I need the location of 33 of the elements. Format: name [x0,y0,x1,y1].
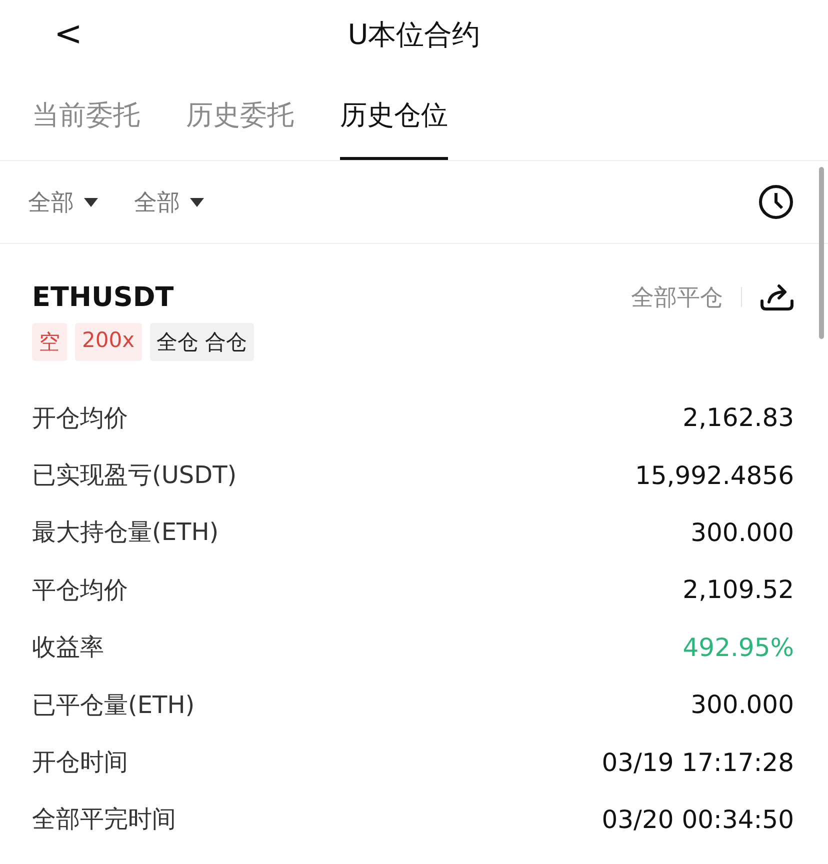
caret-icon [190,198,204,206]
tab[interactable]: 当前委托 [32,70,140,160]
field-label: 收益率 [32,632,104,664]
field-value: 492.95% [682,632,794,662]
field-label: 全部平完时间 [32,804,176,836]
filter-dropdown[interactable]: 全部 [134,186,204,218]
field-value: 2,162.83 [682,403,794,432]
tag: 200x [75,323,142,361]
field-label: 开仓时间 [32,747,128,778]
field-label: 开仓均价 [32,402,128,434]
back-button[interactable]: < [40,8,96,60]
share-icon[interactable] [760,282,794,312]
field-label: 已平仓量(ETH) [32,690,195,721]
field-value: 2,109.52 [682,575,794,604]
field-value: 03/19 17:17:28 [602,748,794,777]
filter-dropdown[interactable]: 全部 [28,186,98,218]
field-value: 300.000 [690,690,794,720]
tab[interactable]: 历史仓位 [340,70,448,160]
field-label: 平仓均价 [32,574,128,606]
field-value: 300.000 [690,518,794,547]
field-label: 最大持仓量(ETH) [32,517,219,548]
field-label: 已实现盈亏(USDT) [32,460,237,492]
page-title: U本位合约 [348,17,480,53]
tag: 空 [32,323,67,361]
close-all-button[interactable]: 全部平仓 [631,282,723,312]
clock-icon[interactable] [758,184,794,220]
scrollbar[interactable] [819,167,824,339]
symbol-name: ETHUSDT [32,282,175,312]
field-value: 15,992.4856 [634,460,794,490]
field-value: 03/20 00:34:50 [602,804,794,834]
tag: 全仓 合仓 [150,323,254,361]
caret-icon [84,198,98,206]
tab[interactable]: 历史委托 [186,70,294,160]
